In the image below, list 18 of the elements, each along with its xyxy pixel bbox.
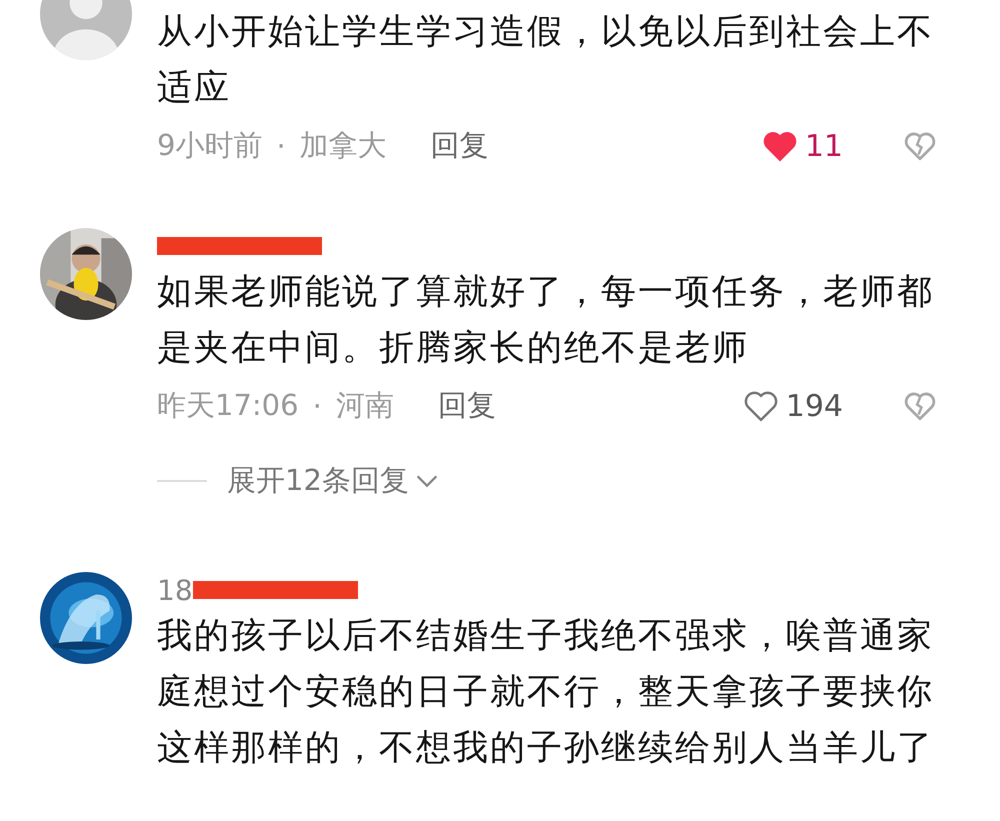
comment-text: 如果老师能说了算就好了，每一项任务，老师都是夹在中间。折腾家长的绝不是老师: [157, 271, 935, 370]
chevron-down-icon: [414, 474, 439, 488]
comment-text: 从小开始让学生学习造假，以免以后到社会上不适应: [157, 11, 935, 110]
like-button[interactable]: 194: [742, 388, 843, 424]
username[interactable]: 18: [157, 574, 193, 606]
reply-link[interactable]: 回复: [438, 386, 496, 426]
comment-text: 我的孩子以后不结婚生子我绝不强求，唉普通家庭想过个安稳的日子就不行，整天拿孩子要挟你这样那样的，不想我的子孙继续给别人当羊儿了: [157, 615, 935, 770]
separator-dot: ·: [276, 129, 286, 163]
separator-dot: ·: [312, 389, 322, 423]
broken-heart-icon[interactable]: [903, 130, 937, 162]
comment-location: 加拿大: [300, 127, 387, 164]
expand-replies-button[interactable]: 展开12条回复: [227, 461, 439, 501]
comment-time: 9小时前: [157, 127, 262, 164]
like-button[interactable]: 11: [760, 128, 843, 164]
comment-location: 河南: [336, 387, 394, 424]
broken-heart-icon[interactable]: [903, 390, 937, 422]
comment-time: 昨天17:06: [157, 387, 299, 424]
reply-link[interactable]: 回复: [430, 126, 489, 166]
